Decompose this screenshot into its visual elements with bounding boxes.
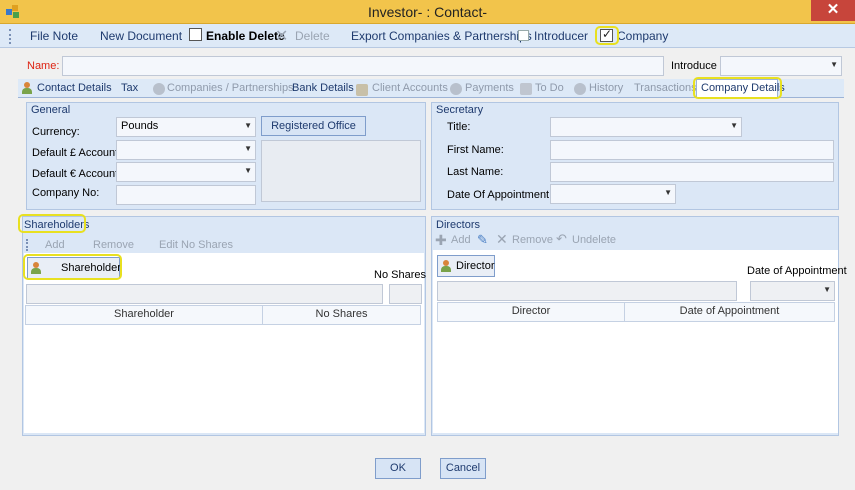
introducer-label[interactable]: Introducer bbox=[534, 29, 588, 43]
cancel-button[interactable]: Cancel bbox=[440, 458, 486, 479]
company-no-label: Company No: bbox=[32, 187, 100, 199]
default-gbp-account-dropdown[interactable]: ▼ bbox=[116, 140, 256, 160]
edit-no-shares-button[interactable]: Edit No Shares bbox=[159, 239, 233, 251]
company-no-input[interactable] bbox=[116, 185, 256, 205]
history-icon bbox=[574, 83, 586, 95]
undelete-button[interactable]: Undelete bbox=[572, 234, 616, 246]
general-title: General bbox=[31, 104, 71, 116]
plus-icon: ✚ bbox=[435, 232, 447, 248]
delete-x-icon: ✕ bbox=[275, 28, 289, 45]
last-name-label: Last Name: bbox=[447, 166, 504, 178]
introduce-label: Introduce bbox=[671, 60, 717, 72]
close-button[interactable]: ✕ bbox=[811, 0, 855, 21]
date-of-appointment-dropdown[interactable]: ▼ bbox=[550, 184, 676, 204]
shareholders-content bbox=[24, 253, 424, 433]
shareholder-add-button[interactable]: Add bbox=[45, 239, 65, 251]
tab-history[interactable]: History bbox=[589, 82, 623, 94]
to-do-icon bbox=[520, 83, 532, 95]
currency-label: Currency: bbox=[32, 126, 80, 138]
director-remove-button[interactable]: Remove bbox=[512, 234, 553, 246]
chevron-down-icon: ▼ bbox=[830, 60, 838, 69]
delete-button[interactable]: Delete bbox=[295, 29, 330, 43]
first-name-input[interactable] bbox=[550, 140, 834, 160]
currency-dropdown[interactable]: Pounds ▼ bbox=[116, 117, 256, 137]
tab-transactions[interactable]: Transactions bbox=[634, 82, 697, 94]
tab-tax[interactable]: Tax bbox=[121, 82, 138, 94]
shareholders-highlight bbox=[18, 214, 86, 233]
payments-icon bbox=[450, 83, 462, 95]
no-shares-input[interactable] bbox=[389, 284, 422, 304]
shareholder-button-highlight bbox=[23, 254, 122, 280]
shareholder-remove-button[interactable]: Remove bbox=[93, 239, 134, 251]
date-of-appointment-column-header[interactable]: Date of Appointment bbox=[624, 302, 835, 322]
tab-payments[interactable]: Payments bbox=[465, 82, 514, 94]
introduce-dropdown[interactable]: ▼ bbox=[720, 56, 842, 76]
registered-office-button[interactable]: Registered Office bbox=[261, 116, 366, 136]
tab-client-accounts[interactable]: Client Accounts bbox=[372, 82, 448, 94]
chevron-down-icon: ▼ bbox=[823, 285, 831, 294]
toolbar-grip[interactable] bbox=[9, 29, 11, 44]
undo-arrow-icon: ↶ bbox=[556, 231, 567, 246]
shareholders-toolbar-grip[interactable] bbox=[26, 239, 28, 251]
chevron-down-icon: ▼ bbox=[664, 188, 672, 197]
currency-value: Pounds bbox=[121, 120, 159, 132]
contact-details-person-icon bbox=[22, 82, 32, 94]
chevron-down-icon: ▼ bbox=[244, 166, 252, 175]
new-document-button[interactable]: New Document bbox=[100, 29, 182, 43]
secretary-title: Secretary bbox=[436, 104, 484, 116]
tab-bank-details[interactable]: Bank Details bbox=[292, 82, 354, 94]
wrench-icon: ✎ bbox=[477, 232, 488, 247]
director-date-dropdown[interactable]: ▼ bbox=[750, 281, 835, 301]
tab-to-do[interactable]: To Do bbox=[535, 82, 564, 94]
director-button-label: Director bbox=[456, 260, 495, 272]
file-note-button[interactable]: File Note bbox=[30, 29, 78, 43]
toolbar: File Note New Document Enable Delete ✕ D… bbox=[0, 24, 855, 48]
remove-x-icon: ✕ bbox=[496, 231, 508, 247]
directors-content bbox=[433, 250, 838, 433]
no-shares-column-header[interactable]: No Shares bbox=[262, 305, 421, 325]
default-eur-account-dropdown[interactable]: ▼ bbox=[116, 162, 256, 182]
director-date-label: Date of Appointment bbox=[747, 265, 847, 277]
shareholder-name-input[interactable] bbox=[26, 284, 383, 304]
companies-icon bbox=[153, 83, 165, 95]
default-gbp-account-label: Default £ Account bbox=[32, 147, 119, 159]
name-input[interactable] bbox=[62, 56, 664, 76]
window-title: Investor- : Contact- bbox=[367, 4, 488, 20]
first-name-label: First Name: bbox=[447, 144, 504, 156]
director-column-header[interactable]: Director bbox=[437, 302, 625, 322]
tab-companies-partnerships[interactable]: Companies / Partnerships bbox=[167, 82, 294, 94]
chevron-down-icon: ▼ bbox=[244, 144, 252, 153]
chevron-down-icon: ▼ bbox=[730, 121, 738, 130]
director-person-icon bbox=[441, 260, 451, 272]
company-label[interactable]: Company bbox=[617, 29, 668, 43]
last-name-input[interactable] bbox=[550, 162, 834, 182]
app-icon bbox=[6, 5, 19, 18]
company-highlight bbox=[595, 26, 619, 45]
enable-delete-label[interactable]: Enable Delete bbox=[206, 29, 285, 43]
company-details-highlight bbox=[693, 77, 782, 99]
title-label: Title: bbox=[447, 121, 471, 133]
introducer-checkbox[interactable] bbox=[518, 30, 529, 41]
director-name-input[interactable] bbox=[437, 281, 737, 301]
no-shares-label: No Shares bbox=[374, 269, 426, 281]
director-add-button[interactable]: Add bbox=[451, 234, 471, 246]
date-of-appointment-label: Date Of Appointment: bbox=[447, 189, 553, 201]
directors-title: Directors bbox=[436, 219, 481, 231]
ok-button[interactable]: OK bbox=[375, 458, 421, 479]
export-companies-button[interactable]: Export Companies & Partnerships bbox=[351, 29, 532, 43]
enable-delete-checkbox[interactable] bbox=[189, 28, 202, 41]
window-title-bar: Investor- : Contact- bbox=[0, 0, 855, 24]
client-accounts-icon bbox=[356, 84, 368, 96]
chevron-down-icon: ▼ bbox=[244, 121, 252, 130]
shareholder-column-header[interactable]: Shareholder bbox=[25, 305, 263, 325]
tab-contact-details[interactable]: Contact Details bbox=[37, 82, 112, 94]
default-eur-account-label: Default € Account bbox=[32, 168, 119, 180]
name-label: Name: bbox=[27, 60, 60, 72]
title-dropdown[interactable]: ▼ bbox=[550, 117, 742, 137]
registered-office-box bbox=[261, 140, 421, 202]
